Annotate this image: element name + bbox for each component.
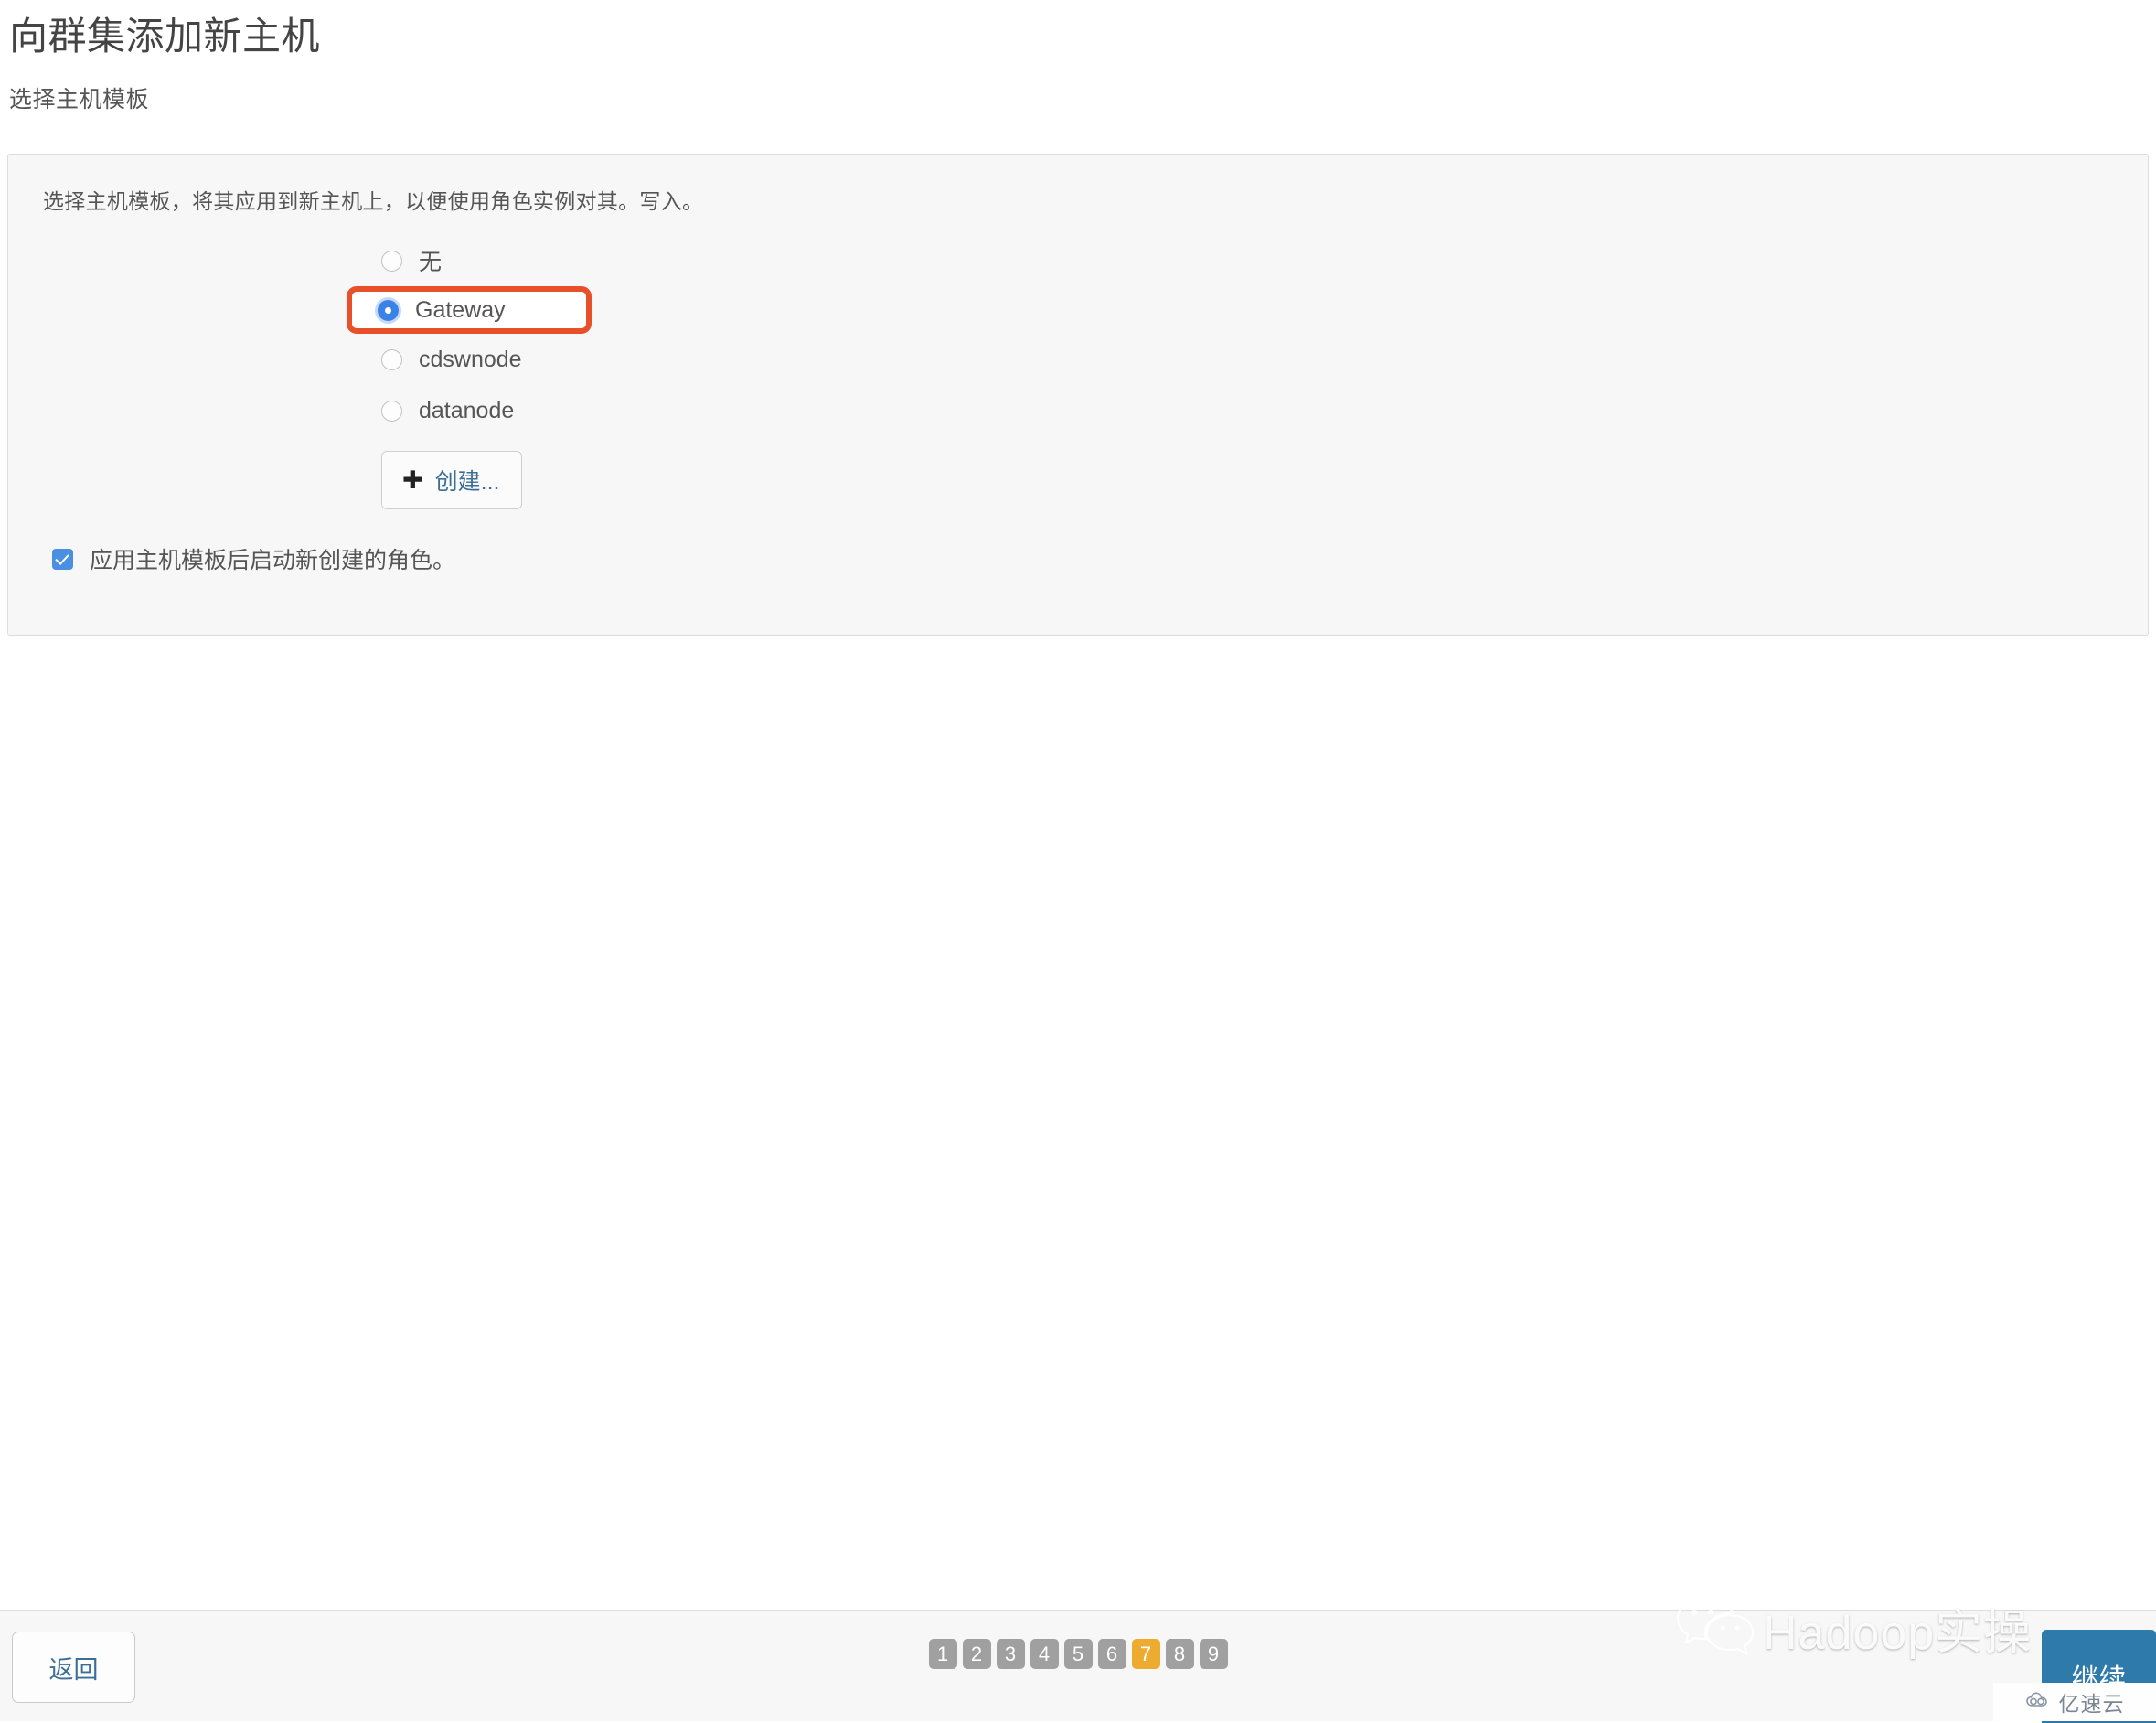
radio-option-gateway[interactable]: Gateway bbox=[347, 286, 592, 334]
checkbox-icon-start-roles[interactable] bbox=[52, 548, 73, 570]
plus-icon: ✚ bbox=[402, 466, 423, 494]
page-header: 向群集添加新主机 选择主机模板 bbox=[0, 0, 2156, 114]
cloud-icon bbox=[2025, 1691, 2053, 1714]
host-template-panel: 选择主机模板，将其应用到新主机上，以便使用角色实例对其。写入。 无 Gatewa… bbox=[7, 154, 2149, 636]
radio-option-none[interactable]: 无 bbox=[8, 235, 2148, 286]
create-button-label: 创建... bbox=[434, 469, 500, 495]
start-roles-checkbox-row[interactable]: 应用主机模板后启动新创建的角色。 bbox=[52, 542, 2148, 575]
radio-option-datanode[interactable]: datanode bbox=[8, 385, 2148, 436]
step-9[interactable]: 9 bbox=[1199, 1639, 1228, 1669]
radio-label-datanode: datanode bbox=[419, 397, 515, 423]
wizard-footer: 返回 1 2 3 4 5 6 7 8 9 继续 bbox=[0, 1610, 2156, 1723]
step-1[interactable]: 1 bbox=[928, 1639, 957, 1669]
step-2[interactable]: 2 bbox=[962, 1639, 991, 1669]
page-title: 向群集添加新主机 bbox=[9, 15, 321, 58]
step-7[interactable]: 7 bbox=[1131, 1639, 1160, 1669]
wizard-step-pagination: 1 2 3 4 5 6 7 8 9 bbox=[0, 1639, 2156, 1669]
radio-label-none: 无 bbox=[419, 250, 443, 275]
radio-icon-cdswnode[interactable] bbox=[381, 348, 402, 370]
radio-label-gateway: Gateway bbox=[415, 296, 506, 323]
step-4[interactable]: 4 bbox=[1030, 1639, 1059, 1669]
page-subtitle: 选择主机模板 bbox=[9, 86, 150, 112]
radio-icon-none[interactable] bbox=[381, 250, 402, 272]
create-button-container: ✚ 创建... bbox=[8, 451, 2148, 509]
create-template-button[interactable]: ✚ 创建... bbox=[381, 451, 523, 509]
checkbox-label-start-roles: 应用主机模板后启动新创建的角色。 bbox=[90, 548, 456, 573]
radio-icon-gateway[interactable] bbox=[378, 299, 399, 321]
host-template-radio-group: 无 Gateway cdswnode datanode bbox=[8, 235, 2148, 436]
panel-description: 选择主机模板，将其应用到新主机上，以便使用角色实例对其。写入。 bbox=[43, 189, 704, 213]
radio-label-cdswnode: cdswnode bbox=[419, 346, 522, 372]
site-badge: 亿速云 bbox=[1993, 1683, 2156, 1721]
step-6[interactable]: 6 bbox=[1097, 1639, 1126, 1669]
step-5[interactable]: 5 bbox=[1063, 1639, 1093, 1669]
radio-icon-datanode[interactable] bbox=[381, 400, 402, 422]
site-badge-text: 亿速云 bbox=[2058, 1692, 2125, 1716]
step-3[interactable]: 3 bbox=[996, 1639, 1025, 1669]
step-8[interactable]: 8 bbox=[1165, 1639, 1194, 1669]
radio-option-cdswnode[interactable]: cdswnode bbox=[8, 334, 2148, 385]
